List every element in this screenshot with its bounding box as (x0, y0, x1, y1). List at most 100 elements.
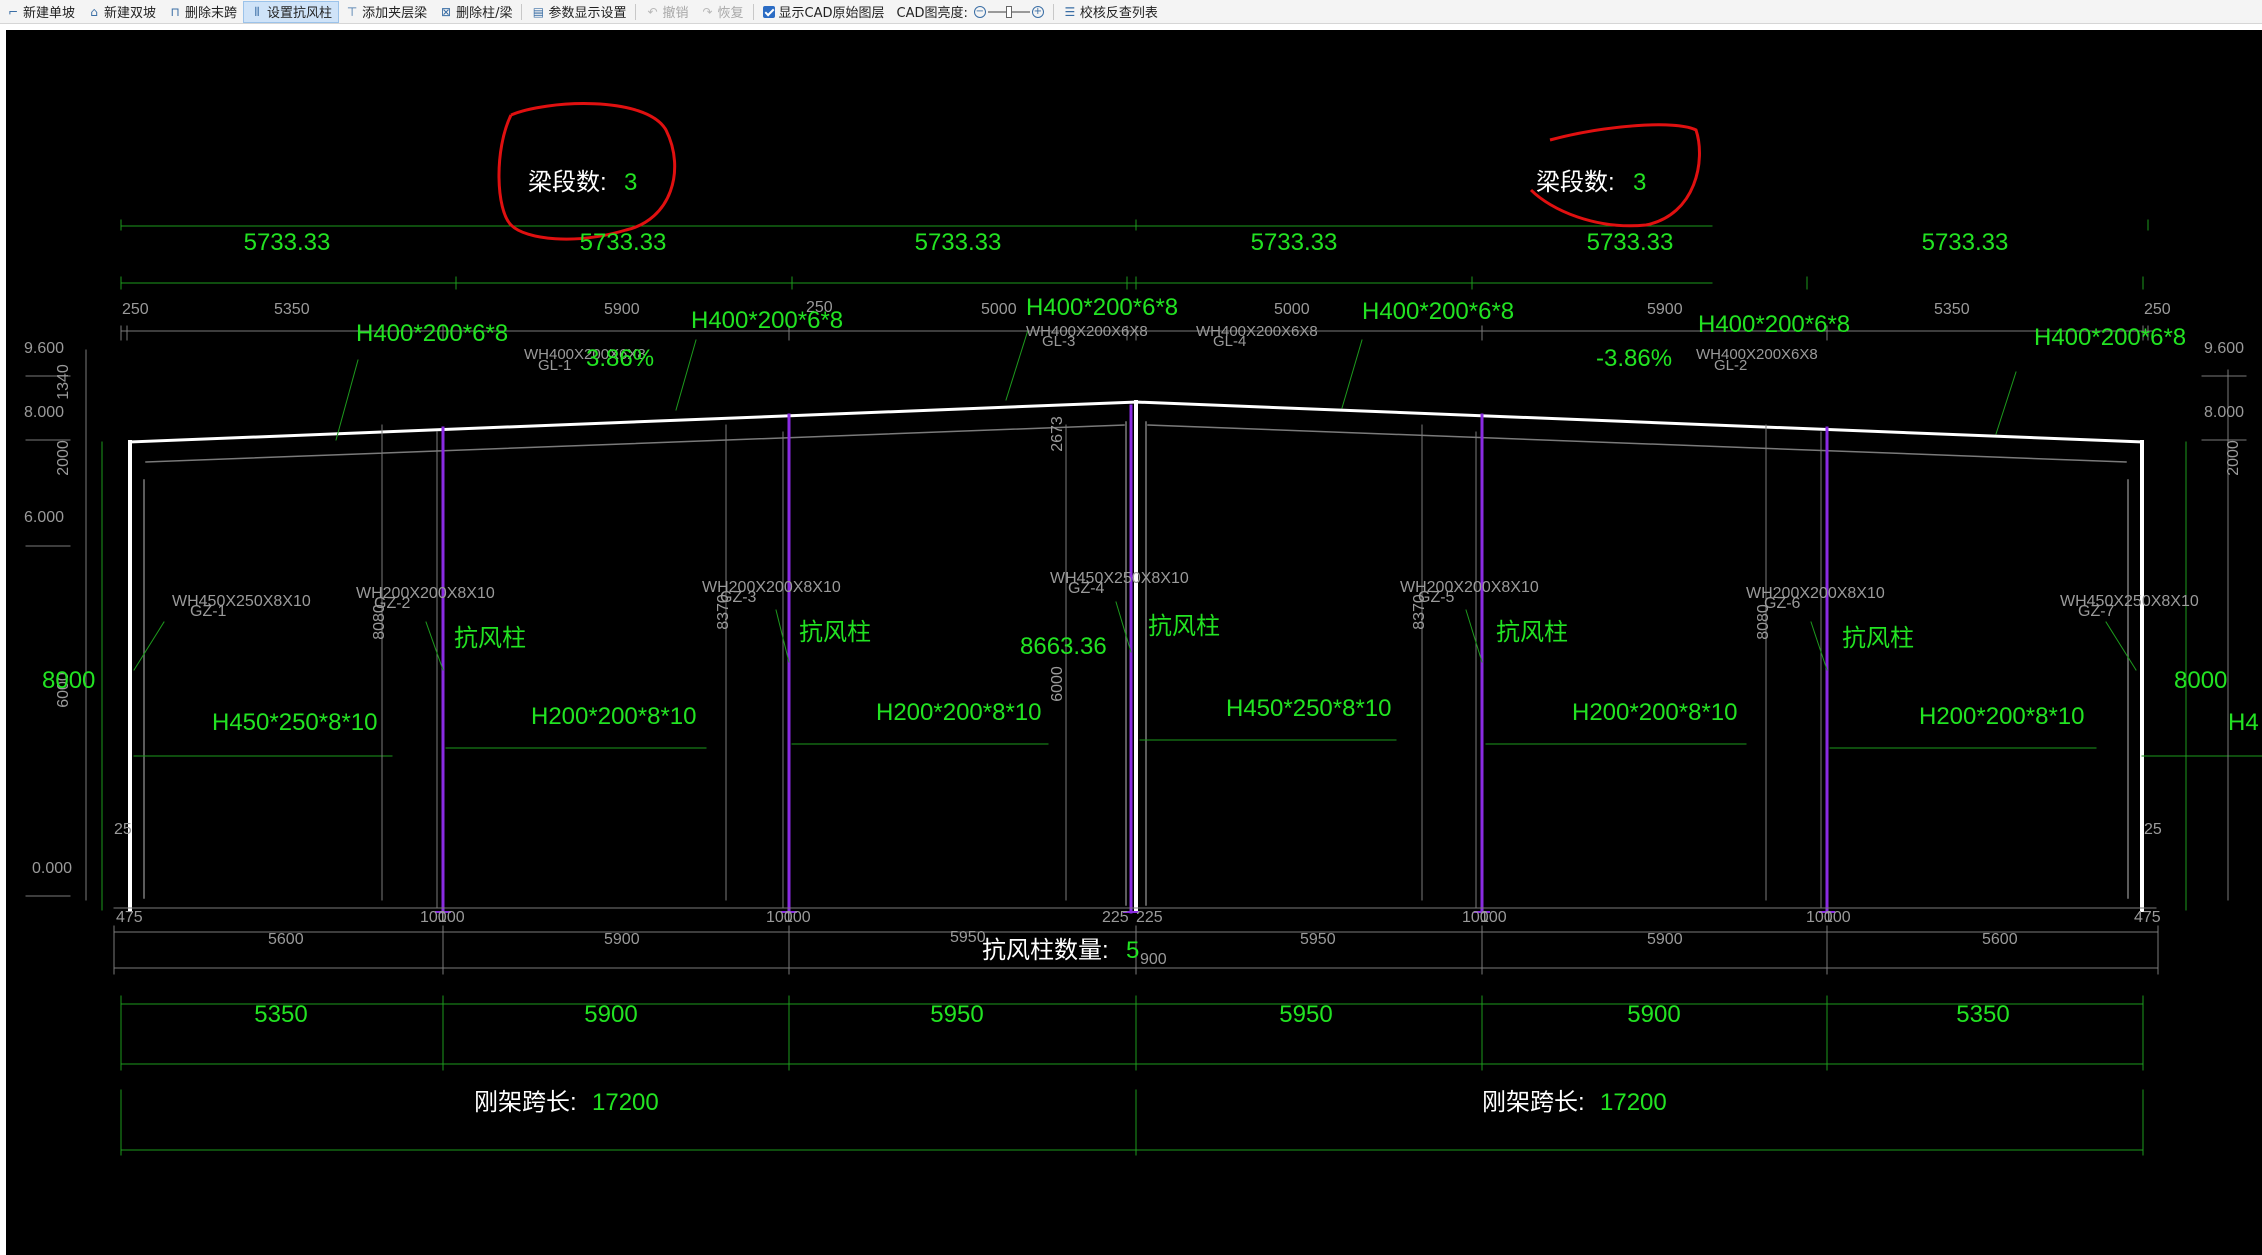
segment-count-left: 3 (624, 169, 637, 196)
top-dim: 5900 (1647, 301, 1683, 318)
leader-line (1465, 609, 1483, 663)
bottom-dim: 5900 (1647, 931, 1683, 948)
top-dim: 250 (122, 301, 149, 318)
minus-icon[interactable]: − (973, 5, 986, 18)
segment-length: 5733.33 (1587, 229, 1674, 256)
segment-count-label-right: 梁段数: (1536, 169, 1615, 196)
bottom-dim: 5600 (268, 931, 304, 948)
leader-line (425, 621, 444, 671)
slider-thumb[interactable] (1005, 5, 1012, 18)
top-dim: 5350 (274, 301, 310, 318)
segment-length: 5733.33 (244, 229, 331, 256)
param-display-settings-button[interactable]: ▤ 参数显示设置 (525, 1, 632, 23)
rafter-inner (1147, 424, 2127, 463)
span-length: 5350 (254, 1001, 307, 1028)
toolbar-separator (752, 3, 754, 20)
bottom-dim: 5900 (604, 931, 640, 948)
column-gz-label: GZ-7 (2078, 603, 2115, 620)
delete-last-span-button[interactable]: ⊓ 删除末跨 (162, 1, 243, 23)
brightness-slider[interactable] (987, 5, 1030, 19)
rafter-inner (145, 424, 1125, 463)
top-dim: 5000 (1274, 301, 1310, 318)
leader-line (1995, 371, 2017, 435)
toolbar: ⌐ 新建单坡 ⌂ 新建双坡 ⊓ 删除末跨 ⫴ 设置抗风柱 ⊤ 添加夹层梁 ⊠ 删除柱/梁 ▤… (0, 0, 2262, 24)
delete-span-icon: ⊓ (170, 4, 180, 19)
segment-length: 5733.33 (580, 229, 667, 256)
check-list-button[interactable]: ☰ 校核反查列表 (1057, 1, 1164, 23)
column-gz-label: GZ-6 (1764, 595, 1801, 612)
toolbar-separator (1052, 3, 1054, 20)
frame-span-label-left: 刚架跨长: (474, 1089, 577, 1116)
vertical-dim: 2673 (1049, 416, 1066, 452)
beam-section-label: H400*200*6*8 (1698, 311, 1850, 338)
leader-line (1341, 339, 1363, 409)
elevation-mark: 9.600 (24, 340, 64, 357)
base-dim: 475 (2134, 909, 2161, 926)
span-length: 5350 (1956, 1001, 2009, 1028)
vertical-dim: 6000 (1049, 666, 1066, 702)
small-dim: 25 (114, 821, 132, 838)
height-center: 8663.36 (1020, 633, 1107, 660)
column-section-label: H4 (2228, 709, 2259, 736)
beam-gl-label: GL-1 (538, 357, 571, 374)
bottom-dim: 5950 (1300, 931, 1336, 948)
beam-section-label: H400*200*6*8 (356, 320, 508, 347)
top-dim: 5350 (1934, 301, 1970, 318)
leader-line (133, 621, 165, 671)
slope-right: -3.86% (1596, 345, 1672, 372)
vertical-dim: 1340 (55, 364, 72, 400)
beam-section-label: H400*200*6*8 (691, 307, 843, 334)
column-section-label: H200*200*8*10 (1919, 703, 2084, 730)
top-dim: 250 (2144, 301, 2171, 318)
base-dim: 100 (438, 909, 465, 926)
redo-button[interactable]: ↷ 恢复 (695, 1, 750, 23)
wind-column-count-label: 抗风柱数量: (982, 937, 1109, 964)
wind-column-label: 抗风柱 (454, 625, 526, 652)
redo-icon: ↷ (702, 4, 713, 19)
single-slope-icon: ⌐ (7, 4, 19, 19)
undo-icon: ↶ (647, 4, 658, 19)
beam-section-label: H400*200*6*8 (2034, 324, 2186, 351)
cad-drawing[interactable]: 梁段数: 3 梁段数: 3 5733.33 5733.33 5733.33 57… (6, 30, 2262, 1255)
toolbar-separator (521, 3, 523, 20)
height-left: 8000 (42, 667, 95, 694)
span-length: 5950 (930, 1001, 983, 1028)
segment-count-right: 3 (1633, 169, 1646, 196)
column-gz-label: GZ-2 (374, 595, 411, 612)
base-dim: 100 (1480, 909, 1507, 926)
segment-count-label-left: 梁段数: (528, 169, 607, 196)
plus-icon[interactable]: + (1031, 5, 1044, 18)
wind-column-label: 抗风柱 (799, 619, 871, 646)
new-double-slope-button[interactable]: ⌂ 新建双坡 (81, 1, 162, 23)
base-dim: 225 (1102, 909, 1129, 926)
delete-column-beam-button[interactable]: ⊠ 删除柱/梁 (433, 1, 518, 23)
wind-column-count: 5 (1126, 937, 1139, 964)
leader-line (1115, 601, 1132, 653)
base-dim: 475 (116, 909, 143, 926)
elevation-mark: 9.600 (2204, 340, 2244, 357)
leader-line (675, 339, 697, 411)
frame-span-left: 17200 (592, 1089, 659, 1116)
base-dim: 100 (784, 909, 811, 926)
slope-left: 3.86% (586, 345, 654, 372)
new-single-slope-button[interactable]: ⌐ 新建单坡 (0, 1, 81, 23)
column-section-label: H450*250*8*10 (212, 709, 377, 736)
toolbar-separator (635, 3, 637, 20)
show-cad-layer-toggle[interactable]: 显示CAD原始图层 (757, 1, 891, 23)
elevation-mark: 8.000 (24, 404, 64, 421)
beam-section-label: H400*200*6*8 (1362, 298, 1514, 325)
add-mezzanine-beam-button[interactable]: ⊤ 添加夹层梁 (339, 1, 433, 23)
base-dim: 100 (1824, 909, 1851, 926)
undo-button[interactable]: ↶ 撤销 (639, 1, 694, 23)
checkbox-checked-icon[interactable] (762, 5, 775, 18)
base-dim: 225 (1136, 909, 1163, 926)
column-section-label: H200*200*8*10 (1572, 699, 1737, 726)
elevation-mark: 0.000 (32, 860, 72, 877)
column-gz-label: GZ-3 (720, 589, 757, 606)
frame-span-label-right: 刚架跨长: (1482, 1089, 1585, 1116)
leader-line (1005, 329, 1029, 401)
elevation-mark: 8.000 (2204, 404, 2244, 421)
cad-canvas[interactable]: 梁段数: 3 梁段数: 3 5733.33 5733.33 5733.33 57… (6, 30, 2262, 1255)
top-dim: 5900 (604, 301, 640, 318)
set-wind-column-button[interactable]: ⫴ 设置抗风柱 (243, 0, 340, 23)
